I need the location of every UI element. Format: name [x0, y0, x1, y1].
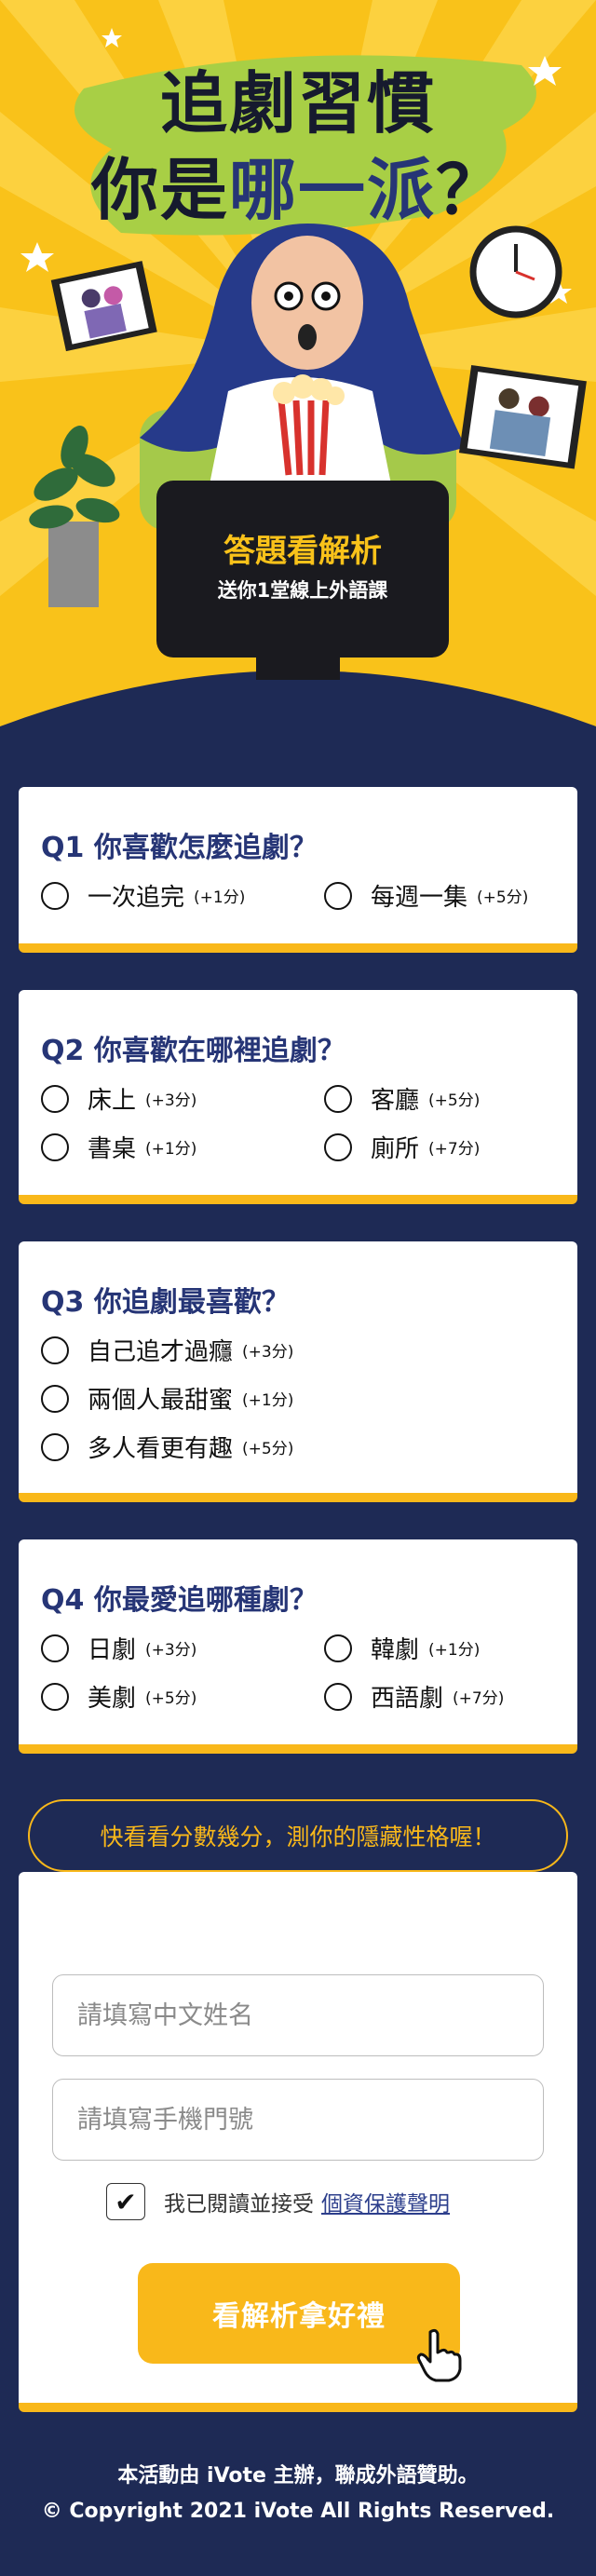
question-card-3: Q3 你追劇最喜歡？ 自己追才過癮 (+3分) 兩個人最甜蜜 (+1分) 多人看更有…: [19, 1241, 577, 1502]
option-points: (+5分): [477, 888, 529, 907]
radio-icon[interactable]: [324, 1682, 352, 1711]
page: 追劇習慣 你是哪一派？ 答題看解析 送你1堂線上外語課 Q1 你喜歡怎麼追劇？ …: [0, 0, 596, 2576]
option-label: 書桌: [88, 1135, 137, 1163]
tv-screen: 答題看解析 送你1堂線上外語課: [156, 481, 449, 658]
submit-button[interactable]: 看解析拿好禮: [138, 2263, 460, 2364]
radio-icon[interactable]: [41, 881, 69, 910]
consent-checkbox[interactable]: ✔: [106, 2183, 145, 2220]
option-q2-3[interactable]: 書桌 (+1分): [41, 1130, 196, 1164]
option-points: (+5分): [242, 1440, 294, 1458]
radio-icon[interactable]: [41, 1682, 69, 1711]
privacy-policy-link[interactable]: 個資保護聲明: [321, 2186, 450, 2217]
clock-icon: [469, 225, 562, 319]
question-card-4: Q4 你最愛追哪種劇？ 日劇 (+3分) 韓劇 (+1分) 美劇 (+5分) 西語劇 (…: [19, 1539, 577, 1754]
option-q2-2[interactable]: 客廳 (+5分): [324, 1081, 480, 1116]
question-title: Q3 你追劇最喜歡？: [41, 1286, 290, 1319]
consent-row: ✔ 我已閱讀並接受 個資保護聲明: [106, 2183, 450, 2220]
radio-icon[interactable]: [41, 1132, 69, 1161]
option-label: 床上: [88, 1087, 137, 1115]
option-label: 廁所: [371, 1135, 420, 1163]
option-points: (+1分): [194, 888, 246, 907]
radio-icon[interactable]: [324, 1132, 352, 1161]
checkmark-icon: ✔: [115, 2186, 137, 2217]
option-label: 客廳: [371, 1087, 420, 1115]
signup-form: ✔ 我已閱讀並接受 個資保護聲明 看解析拿好禮: [19, 1872, 577, 2412]
name-input[interactable]: [52, 1974, 544, 2056]
question-card-1: Q1 你喜歡怎麼追劇？ 一次追完 (+1分) 每週一集 (+5分): [19, 787, 577, 953]
tv-subheading: 送你1堂線上外語課: [217, 579, 388, 602]
radio-icon[interactable]: [41, 1384, 69, 1413]
option-q1-1[interactable]: 一次追完 (+1分): [41, 878, 245, 913]
radio-icon[interactable]: [41, 1335, 69, 1364]
option-q2-1[interactable]: 床上 (+3分): [41, 1081, 196, 1116]
tv-heading: 答題看解析: [224, 533, 382, 570]
hero-title-question: ？: [436, 151, 506, 229]
option-points: (+5分): [428, 1091, 481, 1110]
footer-organizer: 本活動由 iVote 主辦，聯成外語贊助。: [117, 2464, 479, 2488]
option-label: 每週一集: [371, 884, 468, 912]
radio-icon[interactable]: [324, 1084, 352, 1113]
option-points: (+7分): [428, 1140, 481, 1159]
option-label: 美劇: [88, 1685, 137, 1713]
option-label: 多人看更有趣: [88, 1435, 234, 1463]
option-points: (+3分): [145, 1091, 197, 1110]
radio-icon[interactable]: [41, 1084, 69, 1113]
option-q4-1[interactable]: 日劇 (+3分): [41, 1631, 196, 1665]
score-banner: 快看看分數幾分，測你的隱藏性格喔！: [28, 1799, 568, 1872]
option-q4-4[interactable]: 西語劇 (+7分): [324, 1679, 504, 1714]
option-q3-3[interactable]: 多人看更有趣 (+5分): [41, 1430, 293, 1464]
footer-copyright: © Copyright 2021 iVote All Rights Reserv…: [41, 2500, 555, 2523]
radio-icon[interactable]: [324, 1634, 352, 1662]
hero-title-line1: 追劇習慣: [159, 64, 436, 142]
question-card-2: Q2 你喜歡在哪裡追劇？ 床上 (+3分) 客廳 (+5分) 書桌 (+1分) 廁所 (…: [19, 990, 577, 1204]
option-q1-2[interactable]: 每週一集 (+5分): [324, 878, 528, 913]
pointer-hand-icon: [416, 2328, 462, 2382]
option-label: 自己追才過癮: [88, 1338, 234, 1366]
radio-icon[interactable]: [41, 1634, 69, 1662]
hero-title-pre: 你是: [90, 151, 229, 229]
hero-title-accent: 哪一派: [228, 151, 436, 229]
option-points: (+3分): [242, 1343, 294, 1362]
option-points: (+5分): [145, 1689, 197, 1708]
option-q4-3[interactable]: 美劇 (+5分): [41, 1679, 196, 1714]
footer: 本活動由 iVote 主辦，聯成外語贊助。 © Copyright 2021 i…: [0, 2459, 596, 2523]
option-q2-4[interactable]: 廁所 (+7分): [324, 1130, 480, 1164]
option-label: 一次追完: [88, 884, 185, 912]
option-q3-1[interactable]: 自己追才過癮 (+3分): [41, 1333, 293, 1367]
question-title: Q4 你最愛追哪種劇？: [41, 1584, 318, 1617]
option-label: 韓劇: [371, 1636, 420, 1664]
option-points: (+3分): [145, 1641, 197, 1660]
option-label: 兩個人最甜蜜: [88, 1387, 234, 1415]
option-points: (+1分): [428, 1641, 481, 1660]
option-points: (+7分): [453, 1689, 505, 1708]
consent-text: 我已閱讀並接受: [164, 2192, 314, 2217]
radio-icon[interactable]: [41, 1432, 69, 1461]
option-points: (+1分): [145, 1140, 197, 1159]
option-label: 西語劇: [371, 1685, 444, 1713]
option-q3-2[interactable]: 兩個人最甜蜜 (+1分): [41, 1381, 293, 1416]
option-label: 日劇: [88, 1636, 137, 1664]
phone-input[interactable]: [52, 2079, 544, 2161]
option-points: (+1分): [242, 1391, 294, 1410]
question-title: Q1 你喜歡怎麼追劇？: [41, 832, 318, 864]
hero-title-line2: 你是哪一派？: [0, 135, 596, 233]
option-q4-2[interactable]: 韓劇 (+1分): [324, 1631, 480, 1665]
question-title: Q2 你喜歡在哪裡追劇？: [41, 1035, 345, 1067]
radio-icon[interactable]: [324, 881, 352, 910]
hero-banner: 追劇習慣 你是哪一派？ 答題看解析 送你1堂線上外語課: [0, 0, 596, 745]
